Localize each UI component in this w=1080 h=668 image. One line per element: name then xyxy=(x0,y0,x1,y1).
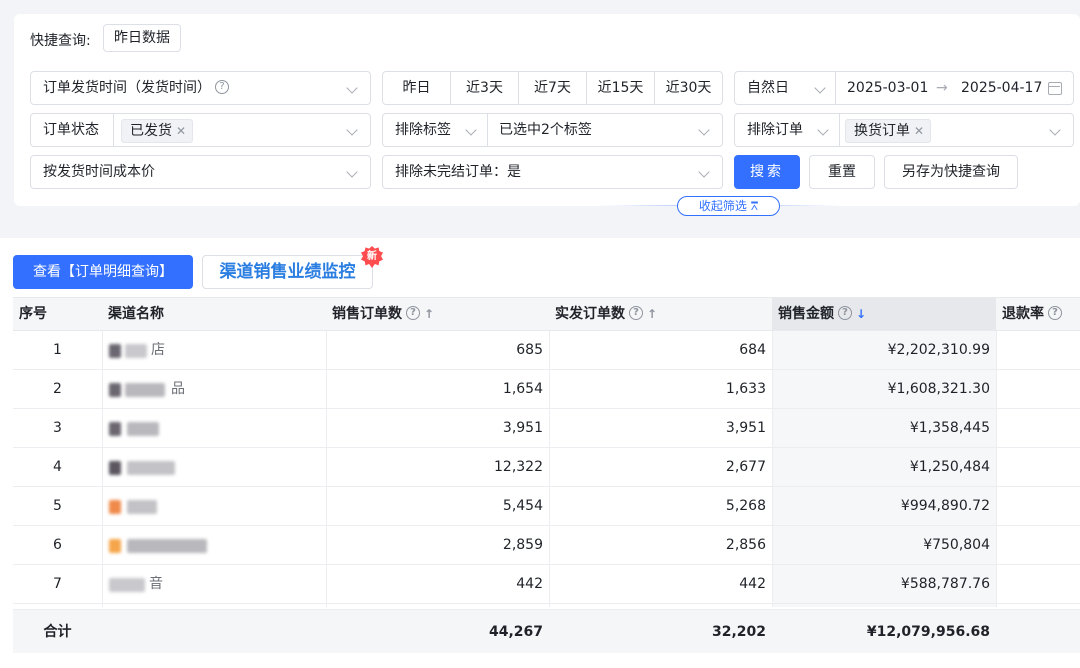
order-status-label: 订单状态 xyxy=(43,122,99,138)
table-header: 序号 渠道名称 销售订单数? ↑ 实发订单数? ↑ 销售金额? ↓ 退款率? xyxy=(13,297,1080,331)
total-shipped-orders: 32,202 xyxy=(711,624,766,640)
preset-30-days[interactable]: 近30天 xyxy=(655,72,722,104)
order-status-select[interactable]: 订单状态 已发货 ✕ xyxy=(30,113,371,147)
help-icon[interactable]: ? xyxy=(629,306,643,320)
channel-name: 店 xyxy=(151,342,165,358)
order-status-chip: 已发货 ✕ xyxy=(121,119,194,143)
quick-query-label: 快捷查询: xyxy=(30,33,91,49)
time-field-select[interactable]: 订单发货时间（发货时间）? xyxy=(30,71,371,105)
channel-name: 品 xyxy=(171,381,185,397)
preset-7-days[interactable]: 近7天 xyxy=(519,72,587,104)
exclude-tag-label: 排除标签 xyxy=(395,122,451,138)
table-row[interactable]: 4 12,322 2,677 ¥1,250,484 xyxy=(13,448,1080,487)
preset-yesterday[interactable]: 昨日 xyxy=(383,72,451,104)
total-sales-orders: 44,267 xyxy=(488,624,543,640)
header-index: 序号 xyxy=(19,306,47,322)
chevron-down-icon xyxy=(698,124,710,136)
table-row[interactable]: 6 2,859 2,856 ¥750,804 xyxy=(13,526,1080,565)
chevron-down-icon xyxy=(465,124,477,136)
help-icon[interactable]: ? xyxy=(215,80,229,94)
time-field-label: 订单发货时间（发货时间） xyxy=(43,80,211,96)
cost-mode-select[interactable]: 按发货时间成本价 xyxy=(30,155,371,189)
help-icon[interactable]: ? xyxy=(406,306,420,320)
chevron-down-icon xyxy=(346,82,358,94)
collapse-filter-button[interactable]: 收起筛选 ⩞ xyxy=(677,196,780,216)
help-icon[interactable]: ? xyxy=(838,306,852,320)
date-preset-group: 昨日 近3天 近7天 近15天 近30天 xyxy=(382,71,723,105)
sort-down-icon[interactable]: ↓ xyxy=(856,307,866,321)
header-channel-name: 渠道名称 xyxy=(108,306,164,322)
close-icon[interactable]: ✕ xyxy=(176,124,186,138)
chevron-down-icon xyxy=(814,82,826,94)
table-footer-totals: 合计 44,267 32,202 ¥12,079,956.68 xyxy=(13,609,1080,653)
exclude-order-chip: 换货订单 ✕ xyxy=(845,119,932,143)
collapse-up-icon: ⩞ xyxy=(750,199,759,213)
total-sales-amount: ¥12,079,956.68 xyxy=(866,624,990,640)
exclude-tag-select[interactable]: 排除标签 已选中2个标签 xyxy=(382,113,723,147)
exclude-tag-value: 已选中2个标签 xyxy=(499,122,592,138)
chevron-down-icon xyxy=(817,124,829,136)
date-start-input[interactable]: 2025-03-01 xyxy=(847,72,928,104)
preset-15-days[interactable]: 近15天 xyxy=(587,72,655,104)
exclude-order-select[interactable]: 排除订单 换货订单 ✕ xyxy=(734,113,1074,147)
chevron-down-icon xyxy=(1049,124,1061,136)
chevron-down-icon xyxy=(698,166,710,178)
exclude-order-label: 排除订单 xyxy=(747,122,803,138)
cost-mode-label: 按发货时间成本价 xyxy=(43,164,155,180)
date-arrow: → xyxy=(936,80,948,96)
table-row[interactable]: 1 店 685 684 ¥2,202,310.99 xyxy=(13,331,1080,370)
totals-label: 合计 xyxy=(43,624,72,640)
date-end-input[interactable]: 2025-04-17 xyxy=(961,72,1042,104)
save-quick-query-button[interactable]: 另存为快捷查询 xyxy=(884,155,1018,189)
table-row[interactable]: 5 5,454 5,268 ¥994,890.72 xyxy=(13,487,1080,526)
search-button[interactable]: 搜索 xyxy=(734,155,800,189)
calendar-icon[interactable] xyxy=(1048,82,1062,95)
channel-sales-monitor-button[interactable]: 渠道销售业绩监控 xyxy=(202,255,373,289)
reset-button[interactable]: 重置 xyxy=(809,155,875,189)
header-shipped-orders[interactable]: 实发订单数? ↑ xyxy=(549,298,772,330)
quick-query-yesterday-tag[interactable]: 昨日数据 xyxy=(103,24,181,52)
exclude-unfinished-label: 排除未完结订单：是 xyxy=(395,164,521,180)
view-order-detail-button[interactable]: 查看【订单明细查询】 xyxy=(13,255,193,289)
chevron-down-icon xyxy=(346,124,358,136)
date-range-group: 自然日 2025-03-01 → 2025-04-17 xyxy=(734,71,1074,105)
header-refund-rate[interactable]: 退款率? xyxy=(996,298,1080,330)
table-row[interactable]: 2 品 1,654 1,633 ¥1,608,321.30 xyxy=(13,370,1080,409)
header-sales-amount[interactable]: 销售金额? ↓ xyxy=(772,298,996,330)
close-icon[interactable]: ✕ xyxy=(914,124,924,138)
chevron-down-icon xyxy=(346,166,358,178)
exclude-unfinished-select[interactable]: 排除未完结订单：是 xyxy=(382,155,723,189)
channel-name: 音 xyxy=(149,576,163,592)
sort-up-icon[interactable]: ↑ xyxy=(647,307,657,321)
day-type-select[interactable]: 自然日 xyxy=(747,72,789,104)
sort-up-icon[interactable]: ↑ xyxy=(424,307,434,321)
header-sales-orders[interactable]: 销售订单数? ↑ xyxy=(326,298,549,330)
table-row[interactable]: 7 音 442 442 ¥588,787.76 xyxy=(13,565,1080,604)
table-row[interactable]: 3 3,951 3,951 ¥1,358,445 xyxy=(13,409,1080,448)
help-icon[interactable]: ? xyxy=(1048,306,1062,320)
preset-3-days[interactable]: 近3天 xyxy=(451,72,519,104)
